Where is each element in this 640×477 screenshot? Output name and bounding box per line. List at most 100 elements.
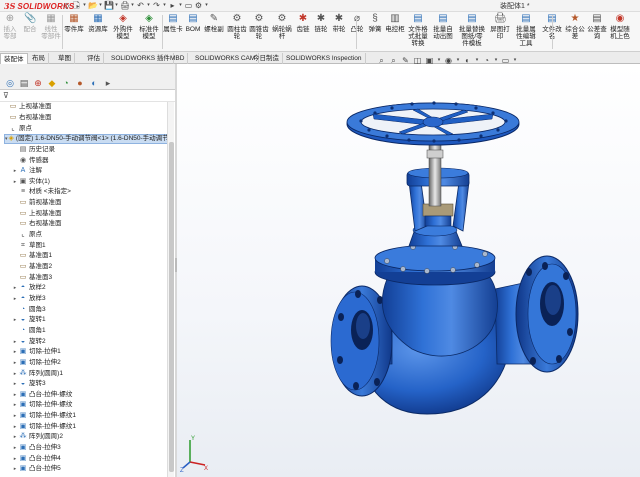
quick-access-icon[interactable]: ▾: [82, 1, 87, 10]
valve-model[interactable]: [177, 64, 640, 477]
quick-access-icon[interactable]: ▾: [178, 1, 183, 10]
tree-item[interactable]: ▸ ◒ 旋转3: [12, 379, 46, 390]
expand-arrow-icon[interactable]: ▸: [12, 454, 18, 464]
linear-button[interactable]: ▦ 线性 零部件: [40, 13, 62, 40]
tree-item[interactable]: ▸ ▣ 切除-拉伸2: [12, 358, 61, 369]
view-tool-icon[interactable]: ▾: [494, 56, 498, 65]
panel-tab-icon[interactable]: ▤: [18, 77, 30, 89]
mate-button[interactable]: 📎 配合: [20, 13, 40, 33]
view-tool-icon[interactable]: ▣: [425, 56, 434, 65]
tree-item[interactable]: ⌞ 原点: [2, 123, 32, 134]
tree-item[interactable]: ▸ ▣ 凸台-拉伸4: [12, 453, 61, 464]
view-tool-icon[interactable]: ◐: [463, 56, 472, 65]
tree-item[interactable]: ▸ ⁂ 阵列(圆周)1: [12, 368, 63, 379]
quick-access-icon[interactable]: ▸: [168, 1, 177, 10]
tab-1[interactable]: 装配体: [0, 53, 28, 64]
file-attr-button[interactable]: ▤ 文件格 式批量 转换: [406, 13, 430, 47]
tree-item[interactable]: ▸ ⁂ 阵列(圆周)2: [12, 432, 63, 443]
expand-arrow-icon[interactable]: ▸: [12, 166, 18, 176]
tab-2[interactable]: 布局: [29, 53, 49, 64]
panel-tab-icon[interactable]: ◐: [88, 77, 100, 89]
quick-access-icon[interactable]: ↷: [152, 1, 161, 10]
tree-item[interactable]: ◔ 圆角3: [12, 304, 46, 315]
graphics-viewport[interactable]: [177, 64, 640, 477]
tree-item[interactable]: ▸ ▣ 实体(1): [12, 177, 50, 188]
panel-tab-icon[interactable]: ▸: [102, 77, 114, 89]
quick-access-icon[interactable]: ▾: [98, 1, 103, 10]
tree-item[interactable]: ▭ 上视基准面: [12, 209, 62, 220]
cyl-gear-button[interactable]: ⚙ 圆柱齿 轮: [226, 13, 248, 40]
view-tool-icon[interactable]: ⌕: [377, 56, 386, 65]
tree-item[interactable]: ▸ ◓ 放样2: [12, 283, 46, 294]
quick-access-icon[interactable]: ▾: [146, 1, 151, 10]
quick-access-icon[interactable]: 📂: [88, 1, 98, 10]
expand-arrow-icon[interactable]: ▸: [12, 422, 18, 432]
quick-access-icon[interactable]: ↶: [136, 1, 145, 10]
tree-item[interactable]: ▸ ▣ 凸台-拉伸-螺纹: [12, 390, 73, 401]
tab-9[interactable]: SOLIDWORKS Inspection: [283, 53, 366, 64]
motor-button[interactable]: ▥ 电控柜: [384, 13, 406, 33]
tree-item[interactable]: ▭ 基准面3: [12, 272, 52, 283]
handwheel[interactable]: [346, 101, 520, 146]
expand-arrow-icon[interactable]: ▸: [12, 347, 18, 357]
batch-auto-button[interactable]: ▤ 批量自 动出图: [430, 13, 456, 40]
view-tool-icon[interactable]: ▭: [501, 56, 510, 65]
scrollbar-thumb[interactable]: [169, 142, 174, 472]
spring-button[interactable]: § 弹簧: [366, 13, 384, 33]
std-model-button[interactable]: ◈ 标准件 模型: [136, 13, 162, 40]
batch-replace-button[interactable]: ▤ 批量替换 图纸/零 件模板: [456, 13, 488, 47]
tree-item[interactable]: ▭ 上视基准面: [2, 102, 52, 113]
model-random-button[interactable]: ◉ 模型随 机上色: [608, 13, 632, 40]
quick-access-icon[interactable]: ▾: [162, 1, 167, 10]
view-tool-icon[interactable]: ▾: [456, 56, 460, 65]
worm-button[interactable]: ⚙ 蜗轮蜗 杆: [270, 13, 294, 40]
panel-tab-icon[interactable]: ⊕: [32, 77, 44, 89]
insert-button[interactable]: ⊕ 插入 零部: [0, 13, 20, 40]
parts-lib-button[interactable]: ▦ 零件库: [62, 13, 86, 33]
tree-item[interactable]: ▭ 右视基准面: [12, 219, 62, 230]
tree-item[interactable]: ▭ 基准面1: [12, 251, 52, 262]
quick-access-icon[interactable]: ⚙: [194, 1, 203, 10]
tree-item[interactable]: ≡ 材质 <未指定>: [12, 187, 71, 198]
quick-access-icon[interactable]: ▭: [184, 1, 193, 10]
tree-item[interactable]: ▸ A 注解: [12, 166, 42, 177]
tree-item[interactable]: ▭ 右视基准面: [2, 113, 52, 124]
view-tool-icon[interactable]: ▾: [475, 56, 479, 65]
quick-access-icon[interactable]: ▾: [130, 1, 135, 10]
tab-5[interactable]: SOLIDWORKS 插件: [108, 53, 174, 64]
tab-6[interactable]: MBD: [167, 53, 189, 64]
view-tool-icon[interactable]: ◉: [444, 56, 453, 65]
tree-item[interactable]: ▸ ▣ 切除-拉伸-螺纹1: [12, 422, 76, 433]
expand-arrow-icon[interactable]: ▸: [12, 177, 18, 187]
bevel-gear-button[interactable]: ⚙ 圆锥齿 轮: [248, 13, 270, 40]
overall-button[interactable]: ★ 综合公 差: [564, 13, 586, 40]
quick-access-icon[interactable]: 🖨: [120, 1, 130, 10]
quick-access-icon[interactable]: 💾: [104, 1, 114, 10]
expand-arrow-icon[interactable]: ▸: [12, 337, 18, 347]
tree-item[interactable]: ▸ ▣ 切除-拉伸-螺纹1: [12, 411, 76, 422]
quick-access-icon[interactable]: ◇: [62, 1, 71, 10]
expand-arrow-icon[interactable]: ▸: [12, 464, 18, 474]
tree-item[interactable]: ⌞ 原点: [12, 230, 42, 241]
bom-button[interactable]: ▤ BOM: [184, 13, 202, 33]
tree-item[interactable]: ⌗ 草图1: [12, 240, 46, 251]
expand-arrow-icon[interactable]: ▸: [12, 432, 18, 442]
tree-item[interactable]: ▸ ▣ 切除-拉伸-螺纹: [12, 400, 73, 411]
view-tool-icon[interactable]: ⌕: [389, 56, 398, 65]
view-tool-icon[interactable]: ▾: [513, 56, 517, 65]
expand-arrow-icon[interactable]: ▸: [12, 315, 18, 325]
expand-arrow-icon[interactable]: ▸: [12, 283, 18, 293]
expand-arrow-icon[interactable]: ▸: [12, 443, 18, 453]
tree-item[interactable]: ◉ 传感器: [12, 155, 49, 166]
view-tool-icon[interactable]: ◫: [413, 56, 422, 65]
tree-item[interactable]: ▾ ◈ (固定) 1.6-DN50-手动调节阀<1> (1.6-DN50-手动调节: [4, 133, 167, 145]
tree-scrollbar[interactable]: [167, 102, 174, 477]
belt-button[interactable]: ✱ 带轮: [330, 13, 348, 33]
expand-arrow-icon[interactable]: ▸: [12, 294, 18, 304]
tree-item[interactable]: ▸ ◓ 放样3: [12, 294, 46, 305]
filter-icon[interactable]: ⊽: [3, 91, 9, 100]
tree-item[interactable]: ▤ 历史记录: [12, 145, 55, 156]
tree-item[interactable]: ▸ ▣ 切除-拉伸1: [12, 347, 61, 358]
panel-tab-icon[interactable]: ●: [74, 77, 86, 89]
tree-item[interactable]: ▸ ◒ 旋转2: [12, 336, 46, 347]
